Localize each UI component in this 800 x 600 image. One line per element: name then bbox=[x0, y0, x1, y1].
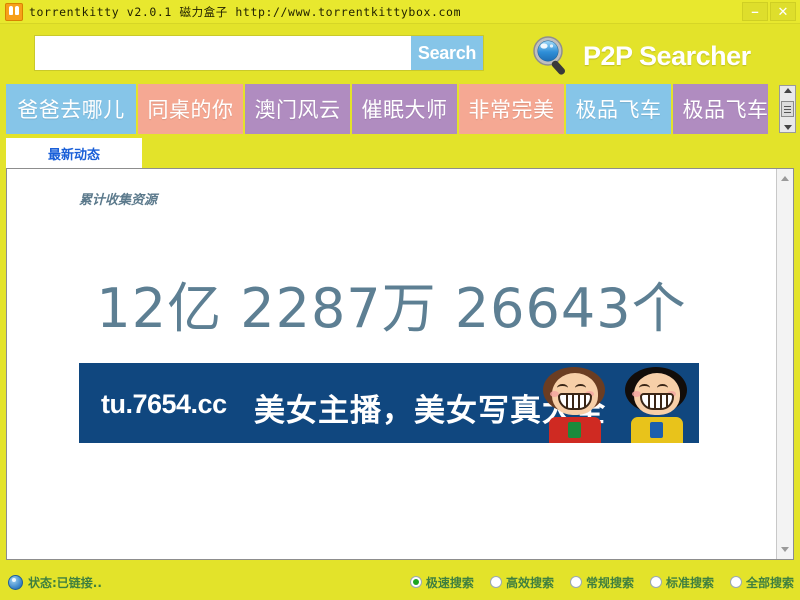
banner-url: tu.7654.cc bbox=[101, 389, 227, 419]
tab-scrollbar[interactable] bbox=[779, 85, 796, 133]
content-body: 累计收集资源 12亿 2287万 26643个 tu.7654.cc 美女主播，… bbox=[7, 169, 776, 559]
radio-label: 全部搜索 bbox=[745, 575, 794, 590]
advertisement-banner[interactable]: tu.7654.cc 美女主播，美女写真大全 bbox=[79, 363, 699, 443]
tab-item-3[interactable]: 催眠大师 bbox=[352, 84, 457, 134]
tab-item-6[interactable]: 极品飞车 bbox=[673, 84, 768, 134]
radio-dot-icon[interactable] bbox=[489, 576, 502, 588]
window-controls: – ✕ bbox=[742, 2, 796, 21]
search-mode-group: 极速搜索 高效搜索 常规搜索 标准搜索 全部搜索 bbox=[409, 574, 794, 591]
brand-logo: P2P Searcher bbox=[530, 34, 751, 78]
content-panel: 累计收集资源 12亿 2287万 26643个 tu.7654.cc 美女主播，… bbox=[6, 168, 794, 560]
radio-dot-icon[interactable] bbox=[649, 576, 662, 588]
tab-item-0[interactable]: 爸爸去哪儿 bbox=[6, 84, 136, 134]
tab-label: 催眠大师 bbox=[361, 98, 448, 122]
tab-label: 爸爸去哪儿 bbox=[17, 98, 125, 122]
radio-label: 极速搜索 bbox=[425, 575, 474, 590]
tab-label: 同桌的你 bbox=[147, 98, 234, 122]
sub-tab-label: 最新动态 bbox=[47, 147, 100, 163]
tab-label: 非常完美 bbox=[468, 98, 555, 122]
radio-search-mode-4[interactable]: 全部搜索 bbox=[729, 574, 794, 591]
radio-label: 高效搜索 bbox=[505, 575, 554, 590]
radio-search-mode-2[interactable]: 常规搜索 bbox=[569, 574, 634, 591]
radio-label: 常规搜索 bbox=[585, 575, 634, 590]
tab-item-1[interactable]: 同桌的你 bbox=[138, 84, 243, 134]
tab-label: 极品飞车 bbox=[575, 98, 662, 122]
radio-search-mode-0[interactable]: 极速搜索 bbox=[409, 574, 474, 591]
connection-icon bbox=[8, 574, 23, 590]
radio-dot-icon[interactable] bbox=[729, 576, 742, 588]
scrollbar-thumb[interactable] bbox=[781, 101, 794, 117]
status-bar: 状态:已链接.. 极速搜索 高效搜索 常规搜索 标准搜索 全部搜索 bbox=[0, 564, 800, 600]
window-title: torrentkitty v2.0.1 磁力盒子 http://www.torr… bbox=[29, 4, 462, 19]
radio-search-mode-1[interactable]: 高效搜索 bbox=[489, 574, 554, 591]
tab-label: 澳门风云 bbox=[254, 98, 341, 122]
content-scroll-up-icon[interactable] bbox=[781, 176, 789, 181]
scroll-down-icon[interactable] bbox=[783, 125, 792, 130]
magnifier-icon bbox=[533, 36, 566, 75]
status-area: 状态:已链接.. bbox=[8, 574, 102, 591]
banner-character-right-icon bbox=[619, 365, 697, 443]
brand-name: P2P Searcher bbox=[583, 40, 751, 71]
sub-tab-latest[interactable]: 最新动态 bbox=[6, 138, 142, 168]
tab-item-4[interactable]: 非常完美 bbox=[459, 84, 564, 134]
status-text: 状态:已链接.. bbox=[28, 575, 102, 590]
search-bar: Search bbox=[35, 36, 483, 70]
radio-dot-icon[interactable] bbox=[409, 576, 422, 588]
tab-item-5[interactable]: 极品飞车 bbox=[566, 84, 671, 134]
sub-tab-bar: 最新动态 bbox=[6, 138, 142, 168]
app-window: torrentkitty v2.0.1 磁力盒子 http://www.torr… bbox=[0, 0, 800, 600]
stat-label: 累计收集资源 bbox=[79, 193, 158, 208]
minimize-button[interactable]: – bbox=[742, 2, 768, 21]
scroll-up-icon[interactable] bbox=[783, 88, 792, 93]
tab-label: 极品飞车 bbox=[682, 98, 769, 122]
content-scrollbar[interactable] bbox=[776, 169, 793, 559]
banner-character-left-icon bbox=[537, 365, 615, 443]
search-button[interactable]: Search bbox=[411, 36, 483, 70]
radio-search-mode-3[interactable]: 标准搜索 bbox=[649, 574, 714, 591]
title-bar: torrentkitty v2.0.1 磁力盒子 http://www.torr… bbox=[0, 0, 800, 24]
search-input[interactable] bbox=[35, 36, 411, 70]
search-row: Search P2P Searcher bbox=[0, 24, 800, 82]
stat-number: 12亿 2287万 26643个 bbox=[96, 277, 687, 340]
radio-label: 标准搜索 bbox=[665, 575, 714, 590]
content-scroll-down-icon[interactable] bbox=[781, 547, 789, 552]
close-button[interactable]: ✕ bbox=[770, 2, 796, 21]
app-logo-icon bbox=[5, 2, 23, 21]
radio-dot-icon[interactable] bbox=[569, 576, 582, 588]
tab-item-2[interactable]: 澳门风云 bbox=[245, 84, 350, 134]
tab-strip: 爸爸去哪儿 同桌的你 澳门风云 催眠大师 非常完美 极品飞车 极品飞车 bbox=[0, 84, 800, 134]
tab-list: 爸爸去哪儿 同桌的你 澳门风云 催眠大师 非常完美 极品飞车 极品飞车 bbox=[6, 84, 768, 134]
